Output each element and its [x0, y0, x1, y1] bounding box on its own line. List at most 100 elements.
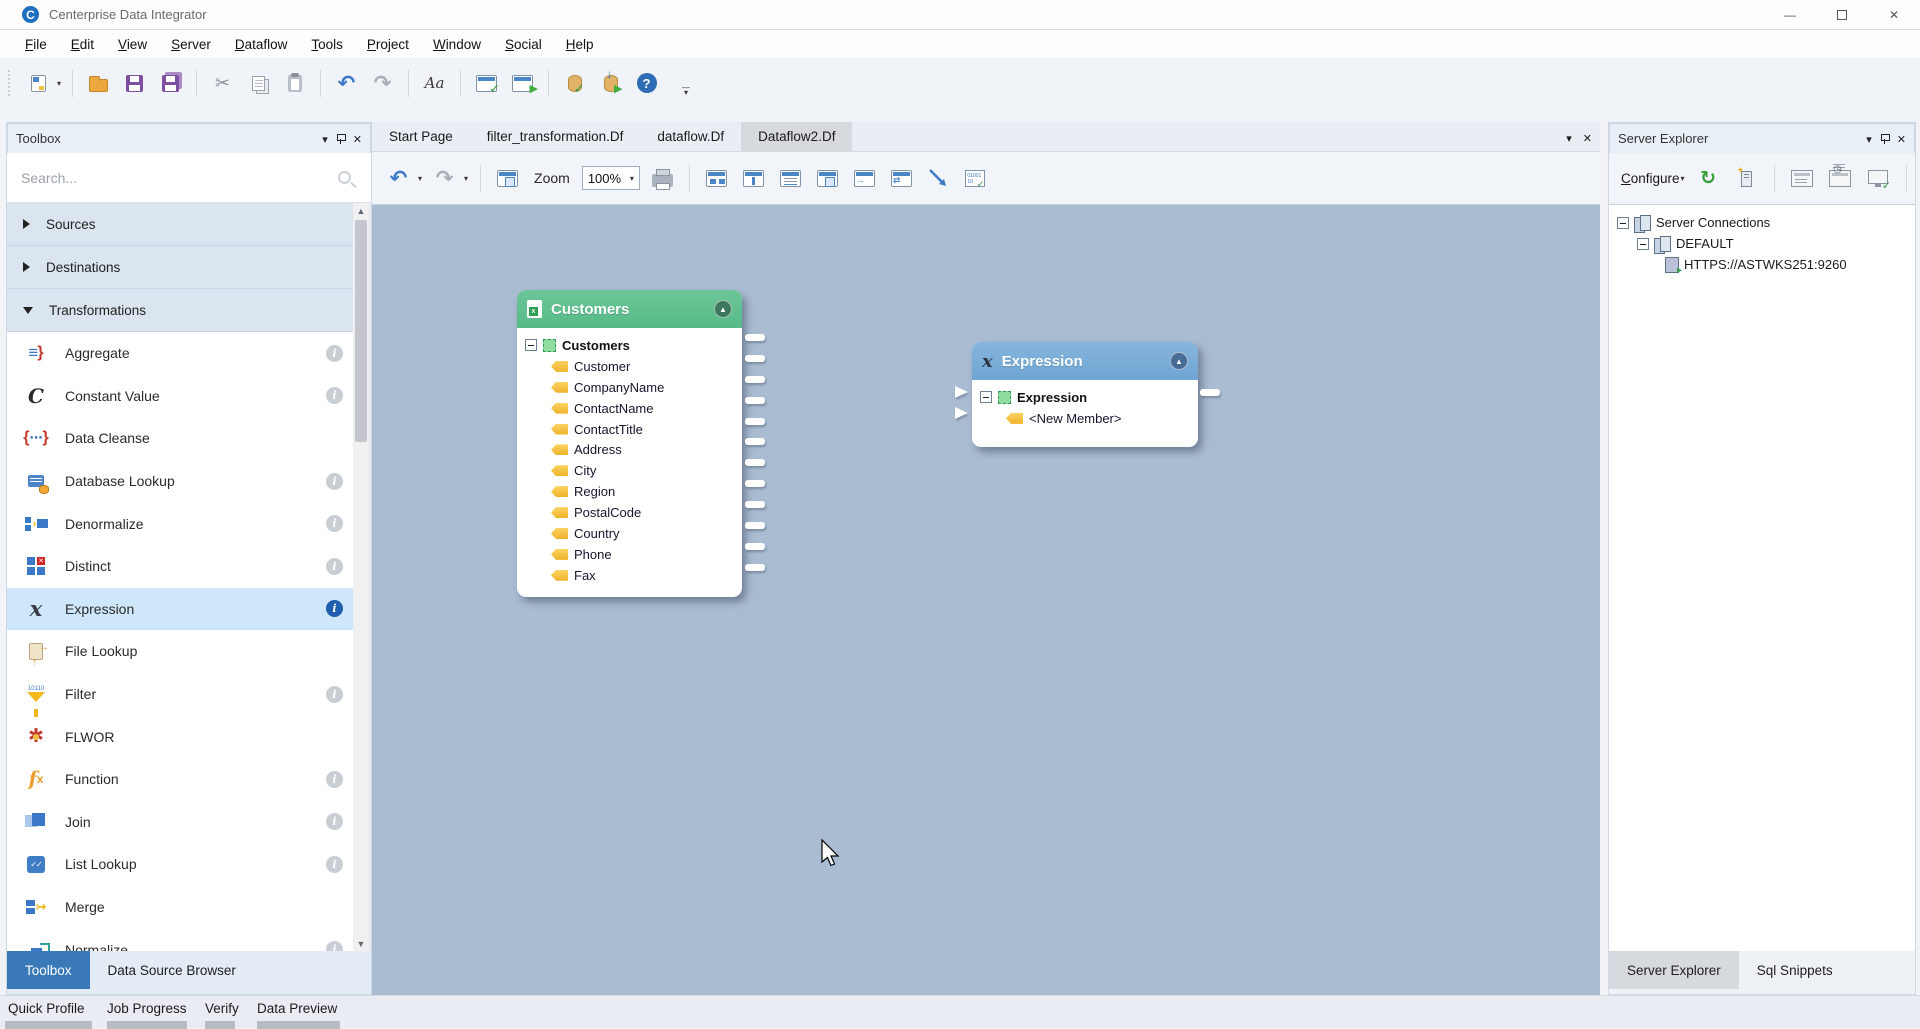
output-port[interactable]	[745, 397, 765, 404]
expand-all-button[interactable]	[887, 164, 916, 192]
undo-history-icon[interactable]: ▾	[418, 174, 422, 183]
dataflow-canvas[interactable]: Customers Customers Customer CompanyName…	[372, 205, 1600, 995]
toolbox-item-database-lookup[interactable]: Database Lookup	[7, 460, 353, 503]
toolbox-item-expression[interactable]: Expression	[7, 588, 353, 631]
menu-edit[interactable]: Edit	[60, 33, 105, 56]
tab-start-page[interactable]: Start Page	[372, 122, 470, 151]
job-queue-button[interactable]	[560, 69, 589, 97]
info-icon[interactable]	[326, 813, 343, 830]
tab-filter-transformation[interactable]: filter_transformation.Df	[470, 122, 641, 151]
preview-grid-button[interactable]: 0100110	[961, 164, 990, 192]
customers-node-header[interactable]: Customers	[517, 290, 742, 328]
output-port[interactable]	[745, 418, 765, 425]
field-row[interactable]: <New Member>	[980, 408, 1190, 429]
refresh-button[interactable]	[1694, 165, 1723, 193]
server-monitor-button[interactable]	[1864, 165, 1893, 193]
print-button[interactable]	[648, 164, 677, 192]
scroll-down-icon[interactable]: ▼	[353, 936, 369, 951]
field-row[interactable]: Customer	[525, 356, 734, 377]
push-job-button[interactable]	[596, 69, 625, 97]
menu-file[interactable]: File	[14, 33, 58, 56]
help-button[interactable]	[632, 69, 661, 97]
toolbox-item-denormalize[interactable]: Denormalize	[7, 502, 353, 545]
close-button[interactable]: ✕	[1868, 0, 1920, 30]
layout-horizontal-button[interactable]	[702, 164, 731, 192]
search-icon[interactable]	[338, 171, 351, 184]
input-port[interactable]	[955, 407, 968, 419]
panel-close-icon[interactable]	[1897, 131, 1906, 146]
field-row[interactable]: Country	[525, 523, 734, 544]
undo-button[interactable]	[384, 164, 413, 192]
toolbar-overflow-button[interactable]	[682, 85, 690, 95]
save-button[interactable]	[120, 69, 149, 97]
info-icon[interactable]	[326, 771, 343, 788]
tab-sql-snippets[interactable]: Sql Snippets	[1739, 951, 1851, 989]
output-port[interactable]	[745, 355, 765, 362]
tab-toolbox[interactable]: Toolbox	[7, 951, 90, 989]
paste-button[interactable]	[280, 69, 309, 97]
output-port[interactable]	[745, 501, 765, 508]
layout-tree-button[interactable]	[739, 164, 768, 192]
tab-close-icon[interactable]	[1583, 130, 1592, 145]
redo-button[interactable]	[368, 69, 397, 97]
verify-dataflow-button[interactable]	[472, 69, 501, 97]
info-icon[interactable]	[326, 387, 343, 404]
panel-tab-data-preview[interactable]: Data Preview	[257, 1001, 337, 1016]
output-port[interactable]	[745, 334, 765, 341]
field-row[interactable]: ContactName	[525, 398, 734, 419]
save-all-button[interactable]	[156, 69, 185, 97]
pin-icon[interactable]	[337, 133, 344, 144]
collapse-tree-icon[interactable]	[1637, 238, 1649, 250]
collapse-tree-icon[interactable]	[980, 391, 992, 403]
expression-node-header[interactable]: Expression	[972, 342, 1198, 380]
menu-view[interactable]: View	[107, 33, 158, 56]
toolbox-scrollbar[interactable]: ▲ ▼	[353, 203, 369, 951]
info-icon[interactable]	[326, 345, 343, 362]
panel-tab-job-progress[interactable]: Job Progress	[107, 1001, 187, 1016]
menu-tools[interactable]: Tools	[300, 33, 354, 56]
info-icon[interactable]	[326, 941, 343, 951]
tree-item-server-connections[interactable]: Server Connections	[1617, 212, 1915, 233]
run-dataflow-button[interactable]	[508, 69, 537, 97]
info-icon[interactable]	[326, 856, 343, 873]
field-row[interactable]: PostalCode	[525, 502, 734, 523]
redo-history-icon[interactable]: ▾	[464, 174, 468, 183]
redo-button[interactable]	[430, 164, 459, 192]
toolbox-item-filter[interactable]: 10110 Filter	[7, 673, 353, 716]
zoom-select[interactable]: 100% ▾	[582, 166, 640, 190]
toolbox-item-data-cleanse[interactable]: Data Cleanse	[7, 417, 353, 460]
toolbox-section-transformations[interactable]: Transformations	[7, 289, 353, 332]
job-schedules-button[interactable]	[1826, 165, 1855, 193]
undo-button[interactable]	[332, 69, 361, 97]
panel-menu-icon[interactable]	[322, 131, 328, 146]
tab-dataflow2[interactable]: Dataflow2.Df	[741, 122, 852, 151]
field-row[interactable]: ContactTitle	[525, 419, 734, 440]
copy-button[interactable]	[244, 69, 273, 97]
customers-node[interactable]: Customers Customers Customer CompanyName…	[517, 290, 742, 597]
tree-item-default[interactable]: DEFAULT	[1617, 233, 1915, 254]
input-port[interactable]	[955, 386, 968, 398]
toolbox-item-aggregate[interactable]: Aggregate	[7, 332, 353, 375]
maximize-button[interactable]	[1816, 0, 1868, 30]
tab-list-icon[interactable]	[1566, 130, 1572, 145]
link-tool-button[interactable]	[924, 164, 953, 192]
collapse-tree-icon[interactable]	[525, 339, 537, 351]
toolbox-item-flwor[interactable]: FLWOR	[7, 715, 353, 758]
dock-preview-button[interactable]	[813, 164, 842, 192]
diagram-overview-button[interactable]	[493, 164, 522, 192]
tab-dataflow[interactable]: dataflow.Df	[640, 122, 741, 151]
output-port[interactable]	[745, 480, 765, 487]
tree-item-server-url[interactable]: HTTPS://ASTWKS251:9260	[1617, 254, 1915, 275]
panel-close-icon[interactable]	[353, 131, 362, 146]
field-row[interactable]: Phone	[525, 544, 734, 565]
menu-project[interactable]: Project	[356, 33, 420, 56]
tab-server-explorer[interactable]: Server Explorer	[1609, 951, 1739, 989]
collapse-node-icon[interactable]	[1170, 352, 1188, 370]
toolbox-item-function[interactable]: Function	[7, 758, 353, 801]
outline-view-button[interactable]	[776, 164, 805, 192]
info-icon[interactable]	[326, 473, 343, 490]
field-row[interactable]: City	[525, 460, 734, 481]
expression-node[interactable]: Expression Expression <New Member>	[972, 342, 1198, 447]
output-port[interactable]	[745, 459, 765, 466]
toolbox-search-input[interactable]	[21, 170, 338, 186]
